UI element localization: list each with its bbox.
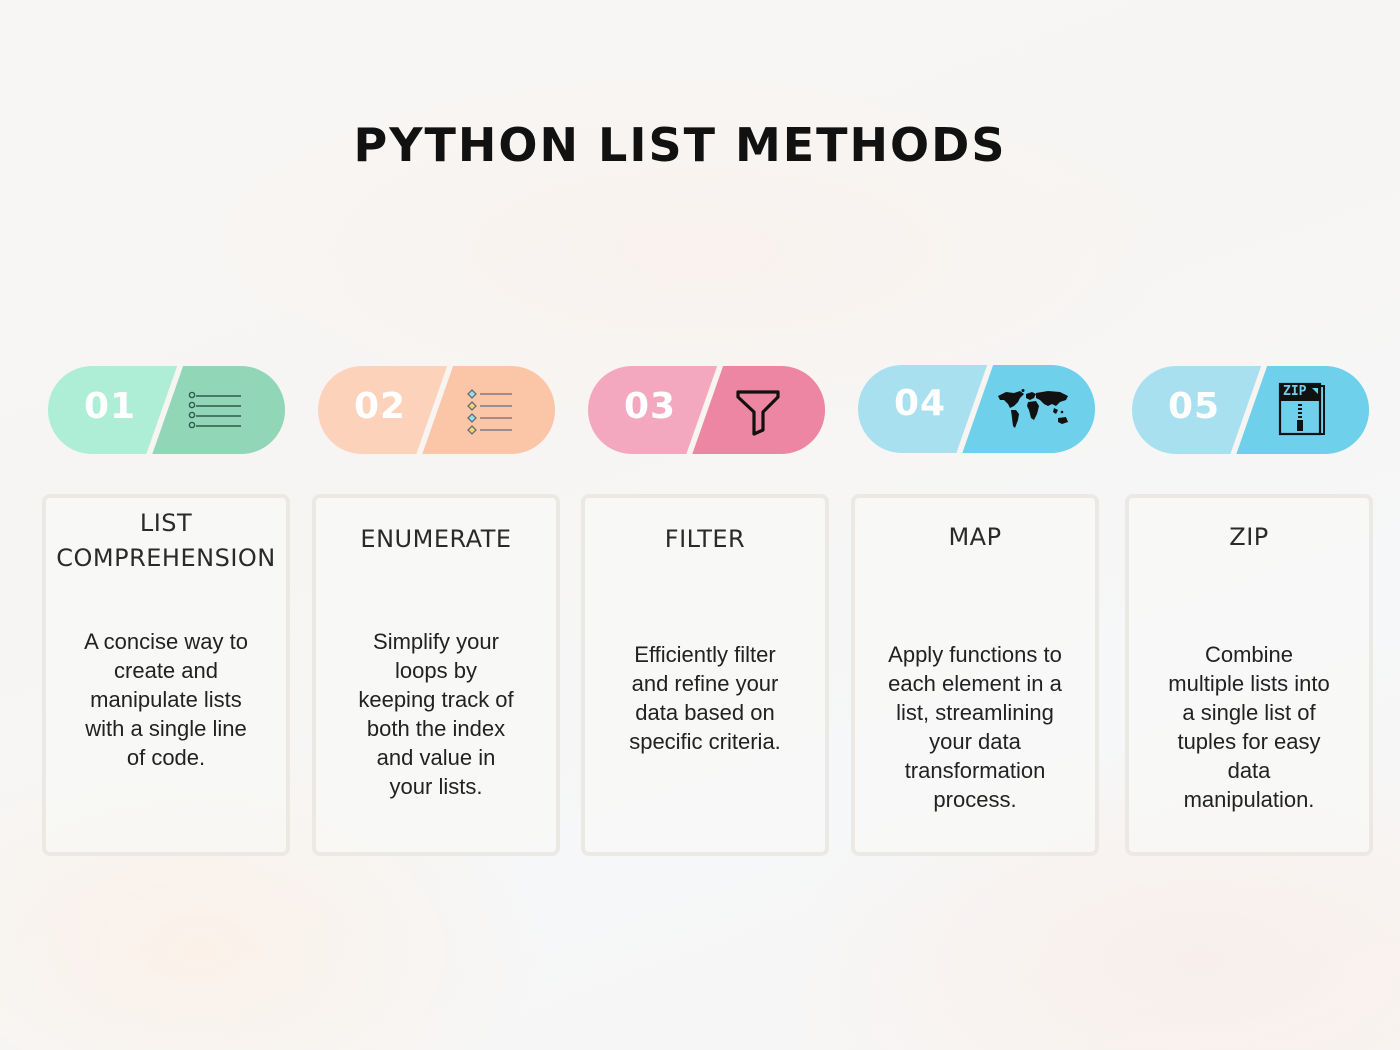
description-line: Combine xyxy=(1204,642,1294,667)
card-heading-line: FILTER xyxy=(664,525,746,553)
step-pill-02: 02 xyxy=(318,366,555,454)
description-line: with a single line xyxy=(85,716,247,741)
card-heading: ZIP xyxy=(1129,520,1369,555)
method-card-map: MAP Apply functions to each element in a… xyxy=(851,494,1099,856)
step-pill-03: 03 xyxy=(588,366,825,454)
description-line: each element in a xyxy=(888,671,1062,696)
card-heading-line: LIST xyxy=(139,509,193,537)
description-line: a single list of xyxy=(1182,700,1316,725)
step-number: 01 xyxy=(84,386,137,427)
card-heading: LIST COMPREHENSION xyxy=(46,506,286,576)
card-description: Efficiently filter and refine your data … xyxy=(595,640,815,756)
step-pill-05: 05 ZIP xyxy=(1132,366,1369,454)
description-line: data based on xyxy=(635,700,775,725)
numbered-list-icon xyxy=(467,389,512,435)
method-card-filter: FILTER Efficiently filter and refine you… xyxy=(581,494,829,856)
card-description: Apply functions to each element in a lis… xyxy=(865,640,1085,814)
description-line: create and xyxy=(114,658,218,683)
step-number: 04 xyxy=(894,383,947,424)
description-line: of code. xyxy=(126,745,206,770)
step-number: 03 xyxy=(624,386,677,427)
step-number: 05 xyxy=(1168,386,1221,427)
description-line: Efficiently filter xyxy=(634,642,776,667)
description-line: tuples for easy xyxy=(1177,729,1321,754)
card-description: A concise way to create and manipulate l… xyxy=(56,627,276,772)
method-card-zip: ZIP Combine multiple lists into a single… xyxy=(1125,494,1373,856)
method-card-list-comprehension: LIST COMPREHENSION A concise way to crea… xyxy=(42,494,290,856)
description-line: multiple lists into xyxy=(1168,671,1330,696)
description-line: your lists. xyxy=(389,774,483,799)
description-line: Apply functions to xyxy=(888,642,1062,667)
card-heading-line: ENUMERATE xyxy=(360,525,512,553)
card-heading-line: MAP xyxy=(948,523,1002,551)
bulleted-list-icon xyxy=(188,391,241,429)
description-line: loops by xyxy=(395,658,477,683)
description-line: manipulate lists xyxy=(90,687,242,712)
page-title-text: PYTHON LIST METHODS xyxy=(353,118,1007,172)
zip-file-icon: ZIP xyxy=(1278,382,1326,438)
description-line: Simplify your xyxy=(373,629,499,654)
method-card-enumerate: ENUMERATE Simplify your loops by keeping… xyxy=(312,494,560,856)
description-line: data xyxy=(1227,758,1271,783)
world-map-icon xyxy=(998,389,1068,428)
page-title: PYTHON LIST METHODS xyxy=(0,118,1360,172)
description-line: and refine your xyxy=(631,671,779,696)
description-line: A concise way to xyxy=(84,629,248,654)
filter-funnel-icon xyxy=(736,390,780,436)
description-line: list, streamlining xyxy=(896,700,1054,725)
card-heading-line: ZIP xyxy=(1229,523,1269,551)
step-number: 02 xyxy=(354,386,407,427)
description-line: manipulation. xyxy=(1183,787,1315,812)
card-heading: FILTER xyxy=(585,522,825,557)
card-heading: MAP xyxy=(855,520,1095,555)
description-line: transformation xyxy=(904,758,1046,783)
description-line: your data xyxy=(929,729,1021,754)
card-description: Combine multiple lists into a single lis… xyxy=(1139,640,1359,814)
step-pill-01: 01 xyxy=(48,366,285,454)
card-heading-line: COMPREHENSION xyxy=(56,544,276,572)
description-line: and value in xyxy=(376,745,496,770)
card-description: Simplify your loops by keeping track of … xyxy=(326,627,546,801)
description-line: specific criteria. xyxy=(629,729,781,754)
card-heading: ENUMERATE xyxy=(316,522,556,557)
zip-label: ZIP xyxy=(1283,384,1307,399)
description-line: process. xyxy=(933,787,1017,812)
description-line: both the index xyxy=(366,716,506,741)
step-pill-04: 04 xyxy=(858,365,1095,453)
description-line: keeping track of xyxy=(358,687,514,712)
